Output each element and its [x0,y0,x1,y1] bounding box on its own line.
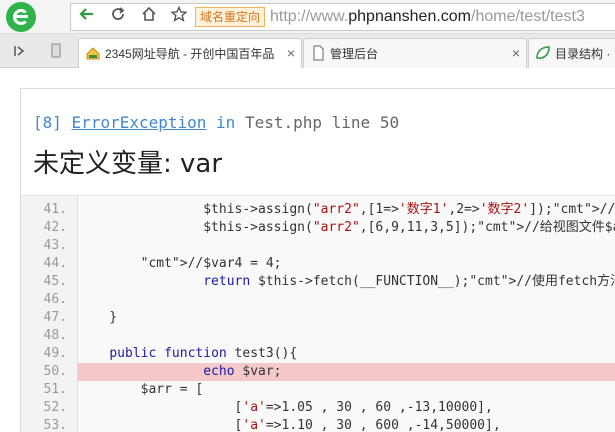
line-number: 46. [43,292,67,307]
code-text: $this->assign("arr2",[6,9,11,3,5]);"cmt"… [78,220,615,235]
code-line: 53. ['a'=>1.10 , 30 , 600 ,-14,50000], [21,417,615,432]
code-line: 47. } [21,309,615,327]
close-tab-icon[interactable]: × [284,46,298,60]
line-number: 43. [43,238,67,253]
code-text: "cmt">//$var4 = 4; [140,256,282,271]
tab-title: 2345网址导航 - 开创中国百年品 [105,47,275,61]
close-tab-icon[interactable]: × [509,46,523,60]
code-line: 51. $arr = [ [21,381,615,399]
url-host: phpnanshen.com [348,8,472,25]
line-number: 41. [43,202,67,217]
line-number: 44. [43,256,67,271]
code-line: 52. ['a'=>1.05 , 30 , 60 ,-13,10000], [21,399,615,417]
leaf-favicon-icon [535,45,551,61]
home-icon[interactable] [140,5,158,23]
line-number: 51. [43,382,67,397]
code-line: 49. public function test3(){ [21,345,615,363]
tab-admin[interactable]: 管理后台 × [303,38,527,68]
line-number: 52. [43,400,67,415]
code-text: echo $var; [78,363,615,381]
code-line: 44. "cmt">//$var4 = 4; [21,255,615,273]
reload-icon[interactable] [109,5,127,23]
page-favicon-icon [310,45,326,61]
browser-logo-icon[interactable] [6,2,36,32]
code-text: } [78,310,118,325]
tab-directory[interactable]: 目录结构 · [528,38,615,68]
code-line: 45. return $this->fetch(__FUNCTION__);"c… [21,273,615,291]
page-icon[interactable] [48,43,64,59]
line-number: 48. [43,328,67,343]
error-code: [8] [33,113,62,132]
tab-2345[interactable]: 2345网址导航 - 开创中国百年品 × [78,38,302,68]
logo-bar [14,15,28,18]
error-message: 未定义变量: var [33,149,223,179]
tab-strip: 2345网址导航 - 开创中国百年品 × 管理后台 × 目录结构 · [0,34,615,68]
line-number: 47. [43,310,67,325]
code-text: ['a'=>1.10 , 30 , 600 ,-14,50000], [78,418,501,432]
in-text: in [216,113,236,132]
code-line: 42. $this->assign("arr2",[6,9,11,3,5]);"… [21,219,615,237]
url-path: /home/test/test3 [471,8,585,25]
source-code-block: 41. $this->assign("arr2",[1=>'数字1',2=>'数… [21,195,615,432]
code-line: 48. [21,327,615,345]
tab-title: 管理后台 [330,47,379,61]
exception-class-link[interactable]: ErrorException [72,113,207,132]
tab-title: 目录结构 · [555,47,611,61]
code-text: public function test3(){ [109,346,298,361]
line-number: 49. [43,346,67,361]
redirect-badge[interactable]: 域名重定向 [195,7,266,27]
line-number: 53. [43,418,67,432]
url-scheme: http://www. [270,8,349,25]
code-text: ['a'=>1.05 , 30 , 60 ,-13,10000], [78,400,493,415]
code-text: $arr = [ [78,382,204,397]
url-text[interactable]: http://www.phpnanshen.com/home/test/test… [270,6,585,28]
error-file: Test.php line 50 [244,113,400,132]
code-text: $this->assign("arr2",[1=>'数字1',2=>'数字2']… [78,202,615,217]
line-number: 50. [43,364,67,379]
sidebar-toggle-icon[interactable] [12,43,28,59]
code-line: 41. $this->assign("arr2",[1=>'数字1',2=>'数… [21,201,615,219]
code-line: 46. [21,291,615,309]
line-number: 42. [43,220,67,235]
bookmark-star-icon[interactable] [170,5,188,23]
code-text: return $this->fetch(__FUNCTION__);"cmt">… [203,274,615,289]
browser-toolbar: 域名重定向 http://www.phpnanshen.com/home/tes… [0,0,615,34]
code-line-highlighted: 50. echo $var; [21,363,615,381]
2345-favicon-icon [85,45,101,61]
line-number: 45. [43,274,67,289]
back-icon[interactable] [78,5,96,23]
code-line: 43. [21,237,615,255]
exception-header: [8] ErrorException in Test.php line 50 [33,112,399,134]
